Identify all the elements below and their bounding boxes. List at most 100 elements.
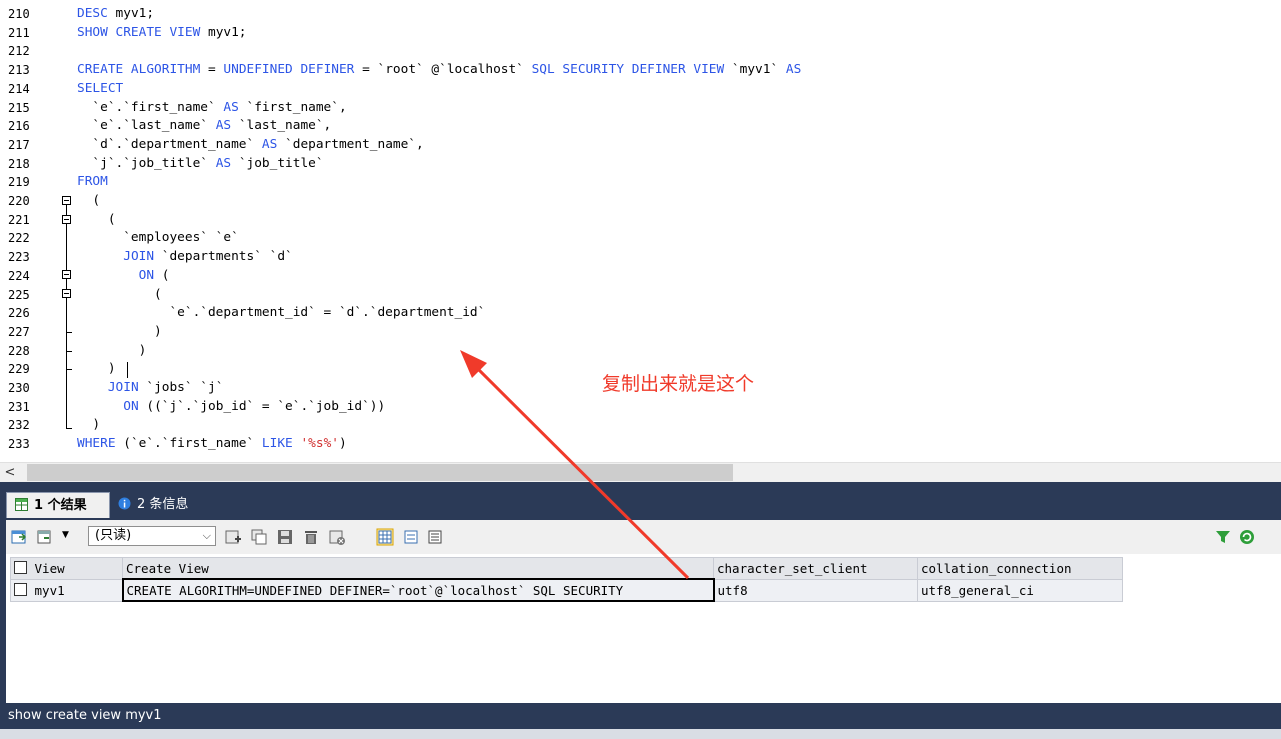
code-token: `e`.`last_name` bbox=[77, 118, 216, 134]
fold-toggle-icon[interactable] bbox=[62, 215, 71, 224]
fold-toggle-icon[interactable] bbox=[62, 289, 71, 298]
line-number: 221 bbox=[8, 212, 30, 227]
text-caret bbox=[127, 362, 128, 378]
cell-create-view[interactable]: CREATE ALGORITHM=UNDEFINED DEFINER=`root… bbox=[121, 578, 715, 602]
line-number: 224 bbox=[8, 268, 30, 283]
result-panel: 1 个结果 2 条信息 ▼ (只读) ⌵ View Create View ch… bbox=[0, 482, 1281, 739]
result-grid[interactable]: View Create View character_set_client co… bbox=[10, 557, 1123, 602]
grid-view-icon[interactable] bbox=[376, 528, 394, 546]
code-line[interactable]: ON ((`j`.`job_id` = `e`.`job_id`)) bbox=[77, 398, 385, 417]
code-line[interactable]: DESC myv1; bbox=[77, 5, 154, 24]
line-number: 220 bbox=[8, 194, 30, 208]
fold-toggle-icon[interactable] bbox=[62, 270, 71, 279]
code-line[interactable]: JOIN `departments` `d` bbox=[77, 248, 293, 267]
column-header-view[interactable]: View bbox=[10, 557, 123, 580]
line-number: 212 bbox=[8, 44, 30, 59]
refresh-icon[interactable] bbox=[1238, 528, 1256, 546]
insert-row-icon[interactable] bbox=[224, 528, 242, 546]
column-header-label: Create View bbox=[126, 560, 209, 576]
sql-keyword: JOIN bbox=[123, 249, 155, 265]
export-grid-icon[interactable] bbox=[10, 528, 28, 546]
filter-icon[interactable] bbox=[1214, 528, 1232, 546]
line-number: 214 bbox=[8, 81, 30, 96]
readonly-select[interactable]: (只读) ⌵ bbox=[88, 526, 216, 546]
code-line[interactable]: ( bbox=[77, 286, 162, 305]
code-line[interactable]: `e`.`department_id` = `d`.`department_id… bbox=[77, 304, 485, 323]
code-token: ) bbox=[77, 323, 162, 339]
code-token: ( bbox=[77, 193, 101, 208]
scroll-left-icon[interactable]: < bbox=[2, 464, 18, 482]
code-line[interactable]: ) bbox=[77, 342, 147, 361]
column-header-create-view[interactable]: Create View bbox=[122, 557, 714, 580]
fold-guide bbox=[66, 298, 67, 428]
code-line[interactable]: SHOW CREATE VIEW myv1; bbox=[77, 24, 247, 43]
grid-header-row: View Create View character_set_client co… bbox=[10, 557, 1123, 580]
select-all-checkbox[interactable] bbox=[14, 560, 27, 574]
cell-view[interactable]: myv1 bbox=[10, 578, 123, 602]
code-line[interactable]: FROM bbox=[77, 173, 108, 192]
line-number: 225 bbox=[8, 287, 30, 302]
code-line[interactable]: JOIN `jobs` `j` bbox=[77, 379, 224, 398]
code-token: `jobs` `j` bbox=[138, 380, 224, 395]
line-number: 219 bbox=[8, 175, 30, 190]
cell-text: utf8 bbox=[717, 582, 748, 598]
code-line[interactable]: ( bbox=[77, 192, 100, 211]
sql-keyword: DESC bbox=[77, 6, 108, 21]
line-number: 217 bbox=[8, 137, 30, 152]
cell-character-set-client[interactable]: utf8 bbox=[713, 578, 918, 602]
line-number: 231 bbox=[8, 399, 30, 414]
discard-changes-icon[interactable] bbox=[328, 528, 346, 546]
code-line[interactable]: ) bbox=[77, 416, 100, 435]
result-toolbar: ▼ (只读) ⌵ bbox=[6, 520, 1281, 554]
code-line[interactable]: WHERE (`e`.`first_name` LIKE '%s%') bbox=[77, 435, 347, 454]
code-token: ( bbox=[77, 211, 116, 227]
sql-keyword: AS bbox=[215, 155, 232, 171]
form-view-icon[interactable] bbox=[402, 528, 420, 546]
code-line[interactable]: SELECT bbox=[77, 80, 123, 99]
code-line[interactable]: `employees` `e` bbox=[77, 229, 239, 248]
line-number: 227 bbox=[8, 324, 30, 339]
text-view-icon[interactable] bbox=[426, 528, 444, 546]
column-header-collation-connection[interactable]: collation_connection bbox=[917, 557, 1123, 580]
code-token: `e`.`first_name` bbox=[77, 99, 224, 115]
duplicate-row-icon[interactable] bbox=[250, 528, 268, 546]
code-token: (`e`.`first_name` bbox=[115, 436, 262, 452]
line-number: 230 bbox=[8, 381, 30, 395]
code-line[interactable]: `d`.`department_name` AS `department_nam… bbox=[77, 136, 423, 155]
line-number: 226 bbox=[8, 306, 30, 321]
line-number: 222 bbox=[8, 231, 30, 246]
view-mode-icon[interactable] bbox=[36, 528, 54, 546]
column-header-character-set-client[interactable]: character_set_client bbox=[713, 557, 918, 580]
sql-keyword: AS bbox=[223, 99, 239, 115]
code-token: ) bbox=[77, 361, 116, 377]
sql-string: '%s%' bbox=[300, 436, 339, 452]
cell-text: myv1 bbox=[34, 582, 65, 598]
code-line[interactable]: CREATE ALGORITHM = UNDEFINED DEFINER = `… bbox=[77, 61, 801, 80]
code-token: ) bbox=[77, 417, 101, 433]
scrollbar-thumb[interactable] bbox=[27, 464, 733, 481]
code-line[interactable]: ) bbox=[77, 323, 162, 342]
code-line[interactable]: ( bbox=[77, 211, 116, 230]
line-number: 232 bbox=[8, 418, 30, 433]
info-icon bbox=[118, 497, 131, 510]
code-line[interactable]: `e`.`last_name` AS `last_name`, bbox=[77, 117, 331, 136]
save-icon[interactable] bbox=[276, 528, 294, 546]
line-number: 223 bbox=[8, 250, 30, 265]
table-row[interactable]: myv1 CREATE ALGORITHM=UNDEFINED DEFINER=… bbox=[10, 578, 1123, 602]
code-line[interactable]: `e`.`first_name` AS `first_name`, bbox=[77, 99, 346, 118]
row-checkbox[interactable] bbox=[14, 582, 27, 596]
sql-keyword: ON bbox=[123, 398, 139, 414]
fold-toggle-icon[interactable] bbox=[62, 196, 71, 205]
cell-collation-connection[interactable]: utf8_general_ci bbox=[917, 578, 1123, 602]
horizontal-scrollbar[interactable]: < bbox=[0, 462, 1281, 483]
tab-results[interactable]: 1 个结果 bbox=[6, 492, 110, 518]
delete-icon[interactable] bbox=[302, 528, 320, 546]
tab-messages[interactable]: 2 条信息 bbox=[110, 492, 214, 518]
code-token: `d`.`department_name` bbox=[77, 136, 262, 152]
code-line[interactable]: ON ( bbox=[77, 267, 170, 286]
dropdown-arrow-icon[interactable]: ▼ bbox=[62, 530, 69, 540]
code-line[interactable]: `j`.`job_title` AS `job_title` bbox=[77, 155, 323, 174]
code-line[interactable]: ) bbox=[77, 360, 116, 379]
